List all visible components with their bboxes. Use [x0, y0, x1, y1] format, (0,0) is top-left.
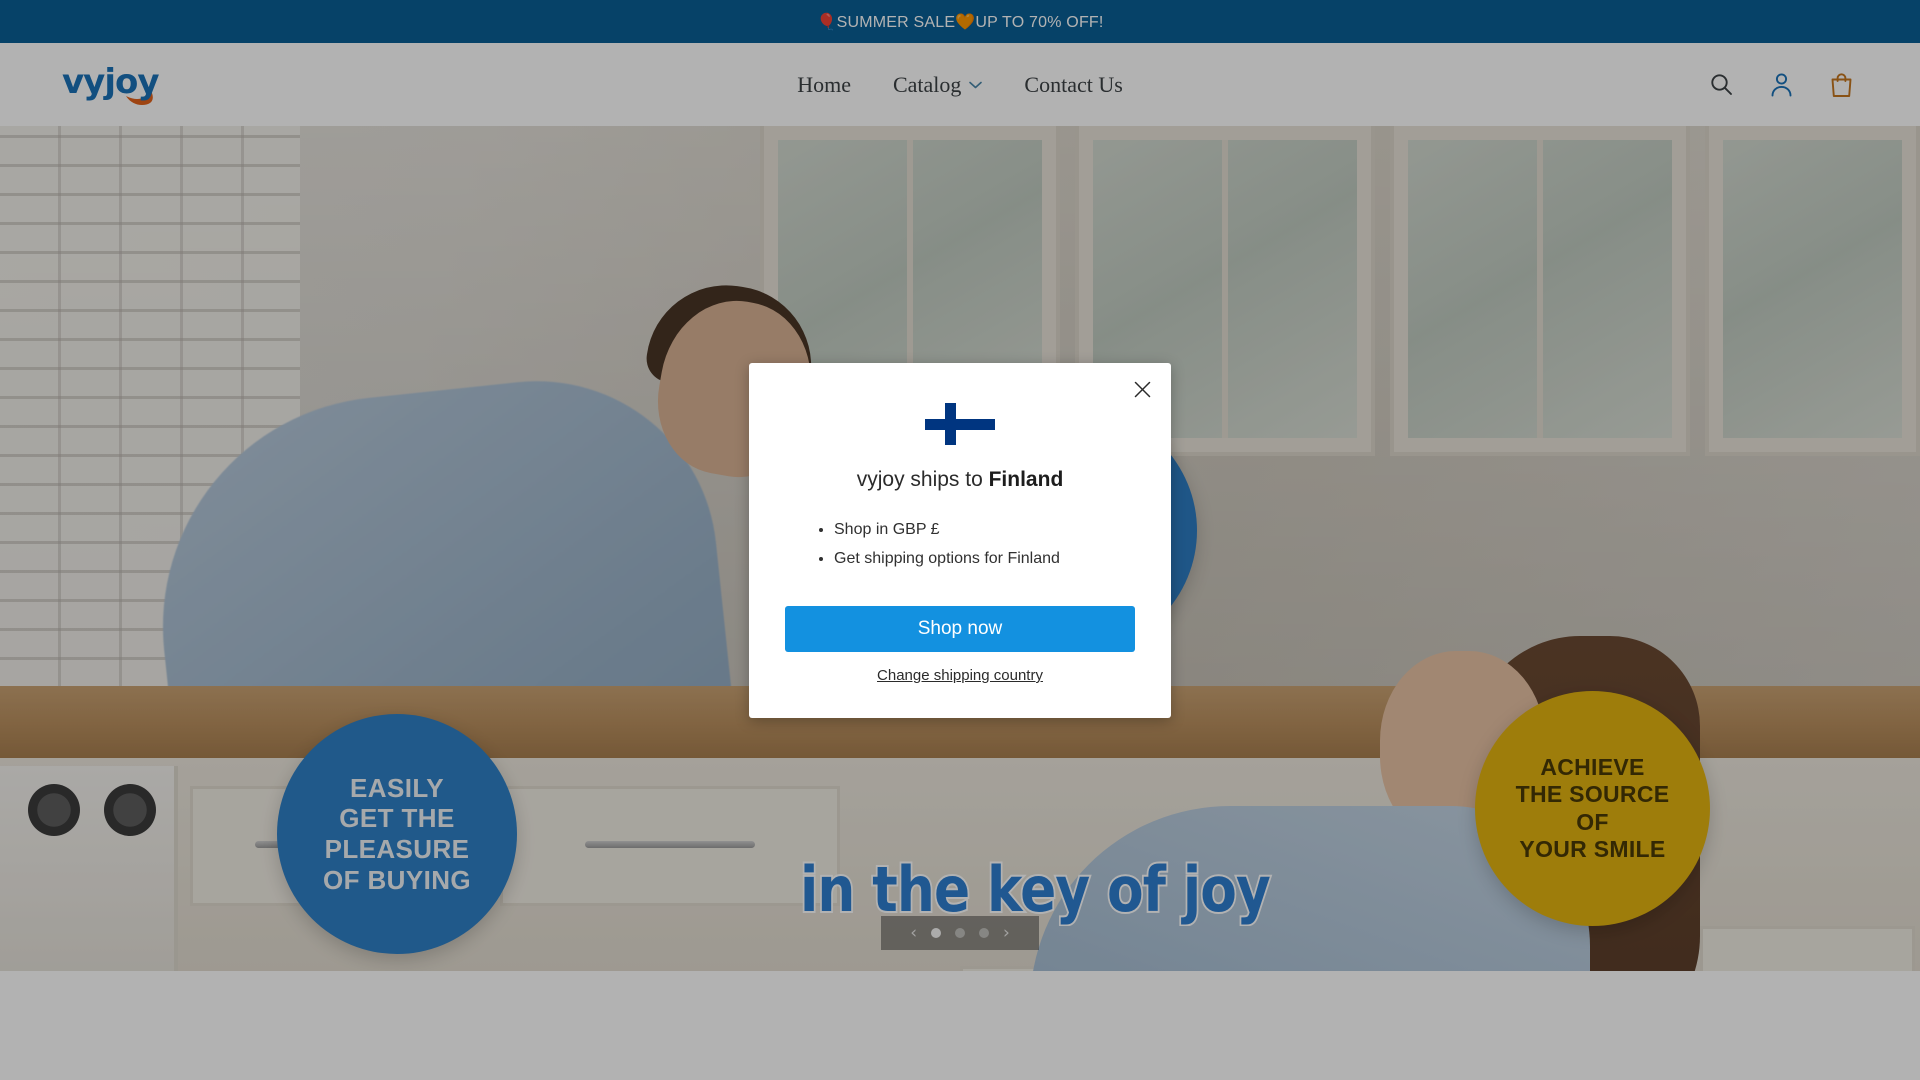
- change-shipping-country-link[interactable]: Change shipping country: [749, 667, 1171, 684]
- shipping-country-modal: vyjoy ships to Finland Shop in GBP £ Get…: [749, 363, 1171, 718]
- modal-bullet-list: Shop in GBP £ Get shipping options for F…: [814, 518, 1060, 576]
- shop-now-button[interactable]: Shop now: [785, 606, 1135, 652]
- list-item: Get shipping options for Finland: [834, 547, 1060, 572]
- close-icon[interactable]: [1125, 372, 1159, 406]
- list-item: Shop in GBP £: [834, 518, 1060, 543]
- finland-flag-icon: [925, 403, 995, 445]
- modal-title: vyjoy ships to Finland: [749, 468, 1171, 492]
- modal-title-country: Finland: [988, 468, 1064, 491]
- modal-title-prefix: vyjoy ships to: [856, 468, 989, 491]
